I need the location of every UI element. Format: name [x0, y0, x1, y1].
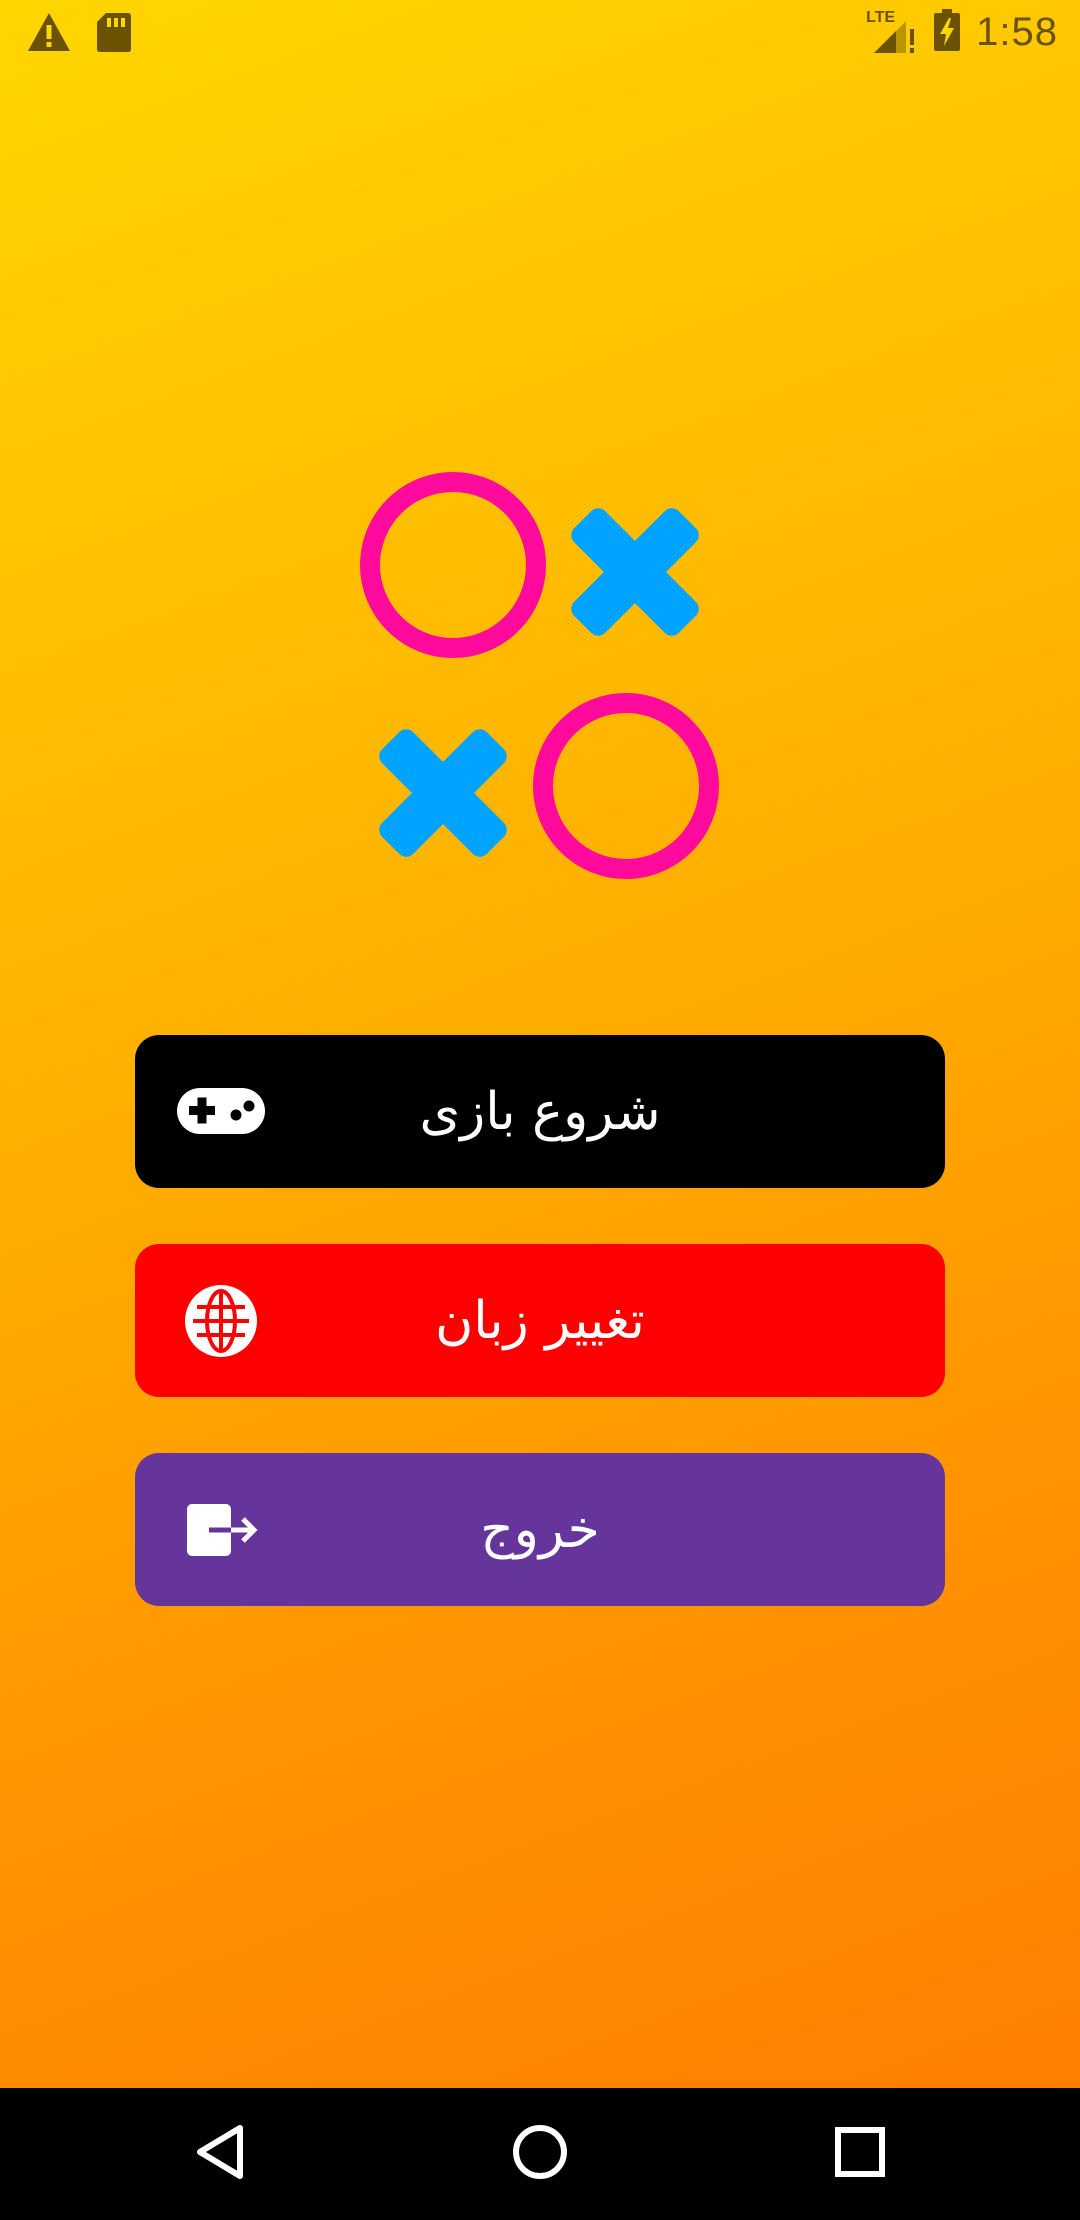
status-left — [26, 10, 132, 58]
globe-icon — [175, 1275, 267, 1367]
home-icon — [510, 2122, 570, 2186]
logo-o-top-left — [360, 472, 546, 658]
logo-o-bottom-right — [533, 693, 719, 879]
status-bar: LTE 1:58 — [0, 0, 1080, 66]
warning-icon — [26, 10, 72, 58]
clock: 1:58 — [976, 9, 1058, 54]
battery-charging-icon — [932, 8, 962, 56]
exit-icon — [175, 1484, 267, 1576]
change-language-button[interactable]: تغییر زبان — [135, 1244, 945, 1397]
logo-x-top-right — [571, 508, 699, 636]
home-button[interactable] — [492, 2106, 588, 2202]
status-right: LTE 1:58 — [866, 8, 1058, 56]
back-button[interactable] — [172, 2106, 268, 2202]
recents-button[interactable] — [812, 2106, 908, 2202]
main-menu: شروع بازی تغییر زبان خروج — [135, 1035, 945, 1662]
start-game-button[interactable]: شروع بازی — [135, 1035, 945, 1188]
logo-x-bottom-left — [379, 729, 507, 857]
navigation-bar — [0, 2088, 1080, 2220]
back-icon — [192, 2122, 248, 2186]
exit-label: خروج — [480, 1499, 600, 1560]
start-game-label: شروع بازی — [419, 1081, 661, 1142]
main-menu-screen: LTE 1:58 شروع بازی تغییر زبان خروج — [0, 0, 1080, 2220]
gamepad-icon — [175, 1066, 267, 1158]
sd-card-icon — [96, 10, 132, 58]
exit-button[interactable]: خروج — [135, 1453, 945, 1606]
tic-tac-toe-logo — [355, 465, 725, 885]
signal-icon: LTE — [866, 9, 918, 55]
change-language-label: تغییر زبان — [435, 1290, 645, 1351]
recents-icon — [832, 2124, 888, 2184]
